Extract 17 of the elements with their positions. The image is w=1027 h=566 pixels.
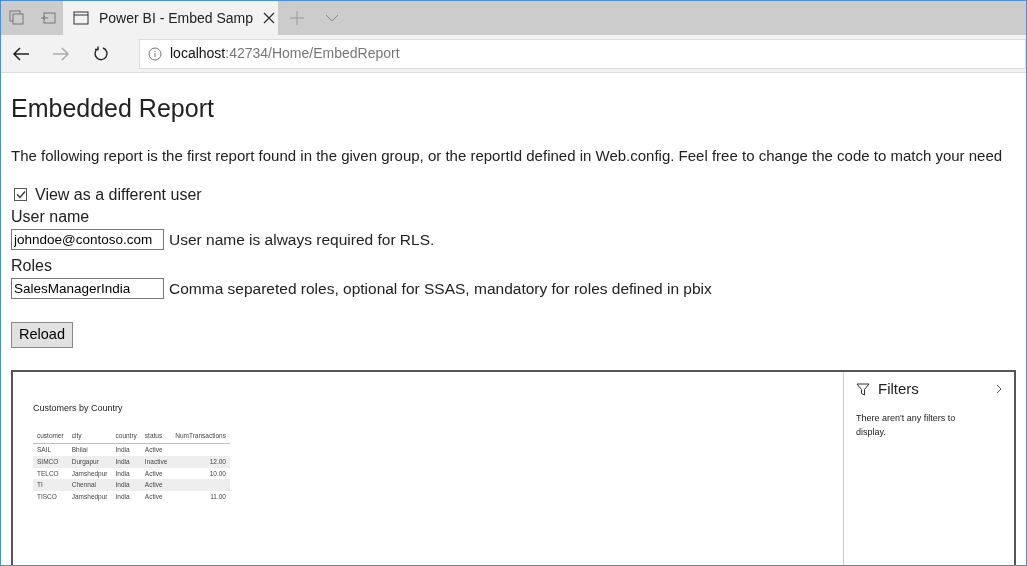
field-label: Roles: [11, 255, 53, 276]
intro-text: The following report is the first report found in the given group, or the reportId defined in Web.config. Feel free to change the code to match your need: [11, 146, 1003, 166]
address-bar[interactable]: localhost:42734/Home/EmbedReport: [139, 38, 1026, 69]
browser-tab[interactable]: Power BI - Embed Samp: [63, 1, 278, 35]
pane-title: Filters: [878, 378, 919, 399]
reload-button[interactable]: Reload: [11, 322, 73, 348]
tab-title: Power BI - Embed Samp: [99, 8, 254, 28]
checkbox-label: View as a different user: [35, 184, 202, 205]
empty-message: There aren't any filters to display.: [856, 412, 957, 439]
field-label: User name: [11, 206, 91, 227]
url-text: localhost:42734/Home/EmbedReport: [170, 44, 400, 63]
visual-title: Customers by Country: [33, 401, 124, 415]
input-field[interactable]: SalesManagerIndia: [11, 277, 164, 299]
page-heading: Embedded Report: [11, 93, 215, 123]
input-field[interactable]: johndoe@contoso.com: [11, 228, 164, 250]
hint-text: User name is always required for RLS.: [169, 229, 435, 250]
hint-text: Comma separeted roles, optional for SSAS, mandatory for roles defined in pbix: [169, 278, 712, 299]
